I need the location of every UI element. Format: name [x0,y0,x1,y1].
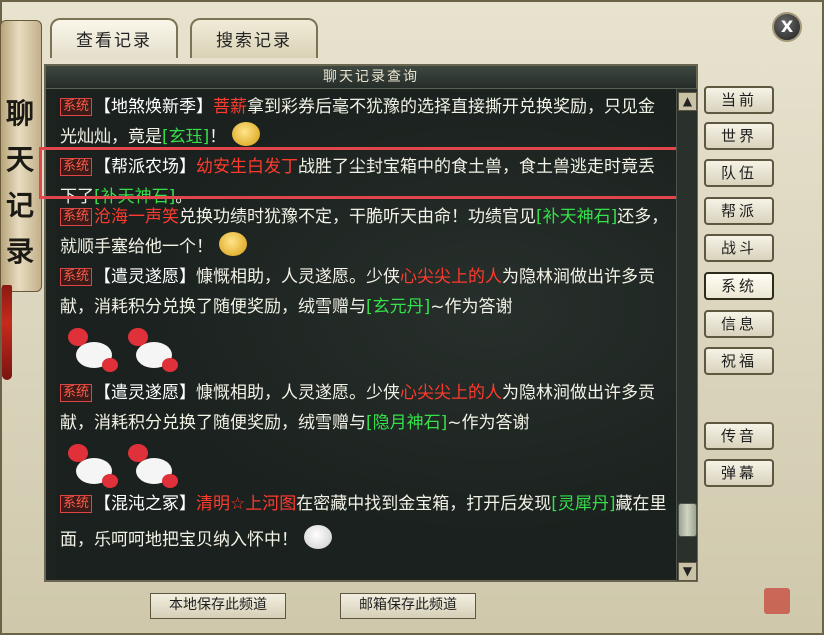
channel-button-danmaku[interactable]: 弹幕 [704,459,774,487]
system-tag: 系统 [60,268,93,286]
channel-button-guild[interactable]: 帮派 [704,197,774,225]
player-name[interactable]: 心尖尖上的人 [400,383,502,403]
channel-button-team[interactable]: 队伍 [704,159,774,187]
channel-name: 【帮派农场】 [94,157,197,177]
sheep-emoji-icon [68,328,120,374]
title-scroll: 聊 天 记 录 [0,20,42,292]
channel-button-info[interactable]: 信息 [704,310,774,338]
scroll-down-button[interactable]: ▼ [678,562,697,581]
message-tail: ~作为答谢 [447,413,530,433]
save-mail-button[interactable]: 邮箱保存此频道 [340,593,476,619]
item-link[interactable]: [玄元丹] [366,297,430,317]
channel-name: 【遣灵遂愿】 [94,383,197,403]
scroll-char: 录 [5,235,34,268]
item-link[interactable]: [玄珏] [162,127,209,147]
system-tag: 系统 [60,495,93,513]
player-name[interactable]: 心尖尖上的人 [400,267,502,287]
tab-view-records[interactable]: 查看记录 [50,18,178,58]
sheep-emoji-icon [128,328,180,374]
channel-button-world[interactable]: 世界 [704,122,774,150]
emoji-icon [304,525,332,549]
player-name[interactable]: 幼安生白发丁 [196,157,298,177]
sheep-emoji-icon [68,444,120,490]
list-item: 系统 【遣灵遂愿】慷慨相助，人灵遂愿。少侠心尖尖上的人为隐林涧做出许多贡献，消耗积… [60,262,670,322]
scroll-char: 记 [5,189,34,222]
system-tag: 系统 [60,208,93,226]
system-tag: 系统 [60,158,93,176]
tab-search-records[interactable]: 搜索记录 [190,18,318,58]
player-name[interactable]: 菩薪 [213,97,247,117]
channel-button-whisper[interactable]: 传音 [704,422,774,450]
message-text: 慷慨相助，人灵遂愿。少侠 [196,267,401,287]
channel-button-battle[interactable]: 战斗 [704,234,774,262]
list-item: 系统 沧海一声笑兑换功绩时犹豫不定，干脆听天由命！功绩官见[补天神石]还多，就顺手… [60,202,670,262]
system-tag: 系统 [60,98,93,116]
list-item: 系统 【地煞焕新季】菩薪拿到彩券后毫不犹豫的选择直接撕开兑换奖励，只见金光灿灿，竟… [60,92,670,152]
tassel-decoration [2,285,12,380]
channel-name: 【地煞焕新季】 [94,97,214,117]
save-local-button[interactable]: 本地保存此频道 [150,593,286,619]
panel-title: 聊天记录查询 [46,66,696,89]
seal-stamp [764,588,790,614]
item-link[interactable]: [灵犀丹] [551,494,615,514]
message-tail: ~作为答谢 [430,297,513,317]
channel-button-system[interactable]: 系统 [704,272,774,300]
list-item: 系统 【混沌之冢】清明☆上河图在密藏中找到金宝箱，打开后发现[灵犀丹]藏在里面，乐… [60,486,670,558]
message-text: 慷慨相助，人灵遂愿。少侠 [196,383,401,403]
scroll-thumb[interactable] [678,503,697,537]
player-name[interactable]: 清明☆上河图 [196,494,296,514]
sheep-emoji-icon [128,444,180,490]
message-text: 兑换功绩时犹豫不定，干脆听天由命！功绩官见 [179,207,537,227]
item-link[interactable]: [补天神石] [536,207,617,227]
player-name[interactable]: 沧海一声笑 [94,207,179,227]
channel-button-blessing[interactable]: 祝福 [704,347,774,375]
emoji-icon [219,232,247,256]
message-list: 系统 【地煞焕新季】菩薪拿到彩券后毫不犹豫的选择直接撕开兑换奖励，只见金光灿灿，竟… [56,92,676,578]
item-link[interactable]: [隐月神石] [366,413,447,433]
chat-panel: 聊天记录查询 系统 【地煞焕新季】菩薪拿到彩券后毫不犹豫的选择直接撕开兑换奖励，只… [44,64,698,582]
title-scroll-text: 聊 天 记 录 [3,91,37,275]
message-text: 在密藏中找到金宝箱，打开后发现 [296,494,552,514]
system-tag: 系统 [60,384,93,402]
emoji-icon [232,122,261,146]
channel-button-current[interactable]: 当前 [704,86,774,114]
scroll-char: 天 [5,143,34,176]
message-tail: ！ [209,127,227,147]
channel-name: 【遣灵遂愿】 [94,267,197,287]
scroll-char: 聊 [5,97,34,130]
list-item: 系统 【遣灵遂愿】慷慨相助，人灵遂愿。少侠心尖尖上的人为隐林涧做出许多贡献，消耗积… [60,378,670,438]
channel-name: 【混沌之冢】 [94,494,197,514]
scroll-up-button[interactable]: ▲ [678,92,697,111]
close-button[interactable]: X [772,12,802,42]
